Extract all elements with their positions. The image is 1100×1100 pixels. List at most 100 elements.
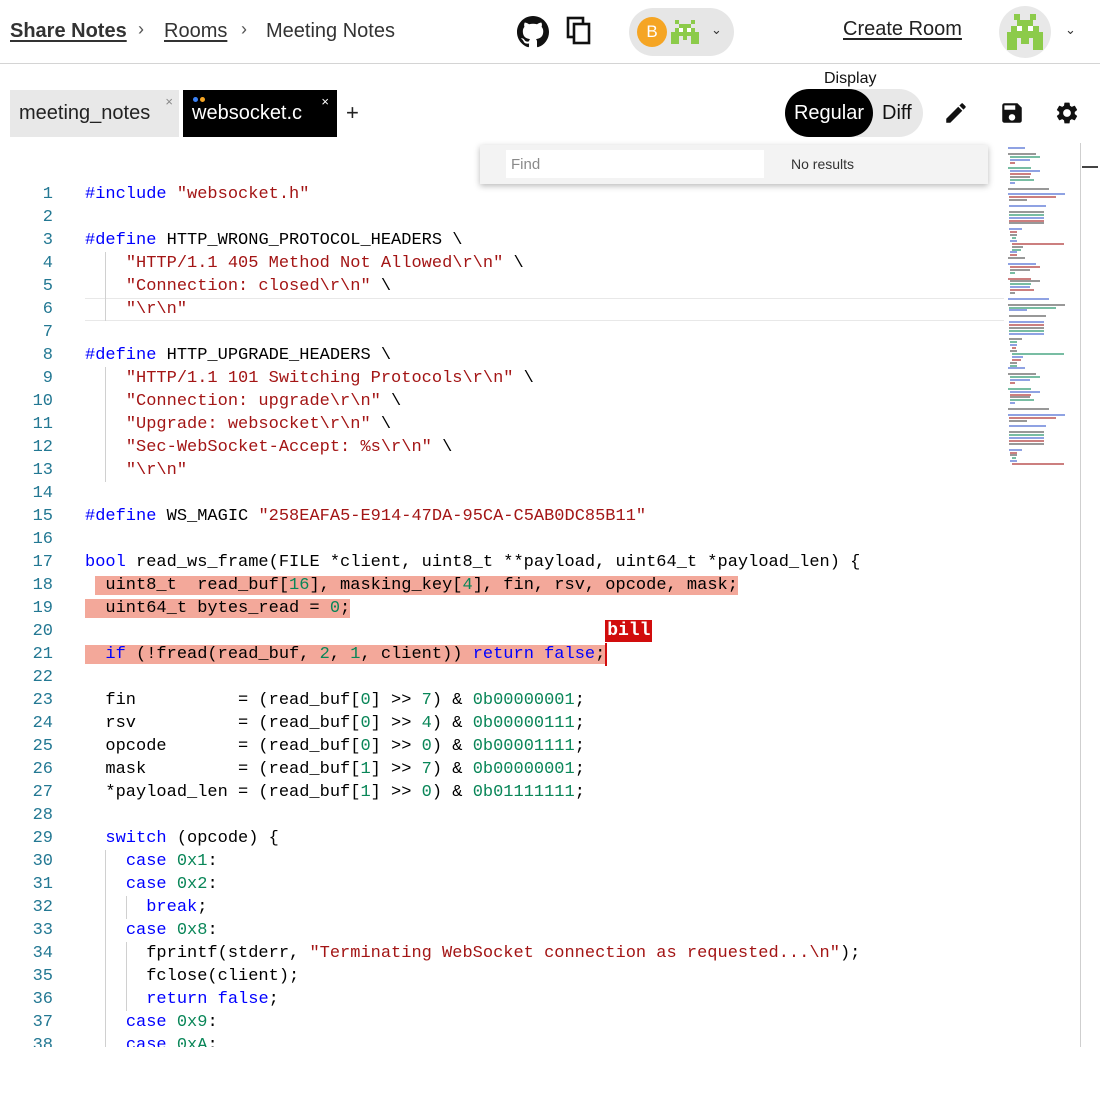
code-line[interactable]: 2 xyxy=(0,206,1010,229)
find-input[interactable] xyxy=(506,150,764,178)
line-number: 5 xyxy=(42,277,53,296)
github-icon[interactable] xyxy=(516,15,550,49)
code-line[interactable]: 30 case 0x1: xyxy=(0,850,1010,873)
breadcrumb-home-link[interactable]: Share Notes xyxy=(10,18,127,44)
code-line[interactable]: 18 uint8_t read_buf[16], masking_key[4],… xyxy=(0,574,1010,597)
minimap-line xyxy=(1010,451,1018,454)
minimap-line xyxy=(1008,408,1050,410)
code-line[interactable]: 20 xyxy=(0,620,1010,643)
code-line[interactable]: 22 xyxy=(0,666,1010,689)
code-line[interactable]: 29 switch (opcode) { xyxy=(0,827,1010,850)
overview-ruler-marker xyxy=(1082,166,1098,168)
code-line[interactable]: 31 case 0x2: xyxy=(0,873,1010,896)
minimap-line xyxy=(1010,271,1015,274)
code-line[interactable]: 3 #define HTTP_WRONG_PROTOCOL_HEADERS \ xyxy=(0,229,1010,252)
line-number: 30 xyxy=(32,852,53,871)
chevron-down-icon[interactable]: ⌄ xyxy=(1065,22,1076,38)
add-tab-button[interactable]: + xyxy=(346,100,359,126)
room-users-dropdown[interactable]: B ⌄ xyxy=(629,8,734,56)
line-number: 17 xyxy=(32,553,53,572)
code-line[interactable]: 11 "Upgrade: websocket\r\n" \ xyxy=(0,413,1010,436)
line-number: 37 xyxy=(32,1013,53,1032)
code-line[interactable]: 38 case 0xA: xyxy=(0,1034,1010,1047)
minimap-line xyxy=(1009,219,1045,222)
code-line[interactable]: 12 "Sec-WebSocket-Accept: %s\r\n" \ xyxy=(0,436,1010,459)
regular-mode-button[interactable]: Regular xyxy=(785,89,873,137)
code-text: #define HTTP_UPGRADE_HEADERS \ xyxy=(85,346,392,365)
code-line[interactable]: 7 xyxy=(0,321,1010,344)
create-room-link[interactable]: Create Room xyxy=(843,18,962,41)
code-line[interactable]: 15 #define WS_MAGIC "258EAFA5-E914-47DA-9… xyxy=(0,505,1010,528)
line-number: 21 xyxy=(32,645,53,664)
minimap-line xyxy=(1011,242,1065,245)
code-line[interactable]: 6 "\r\n" xyxy=(0,298,1010,321)
code-line[interactable]: 21 if (!fread(read_buf, 2, 1, client)) r… xyxy=(0,643,1010,666)
minimap-line xyxy=(1009,315,1046,318)
line-number: 19 xyxy=(32,599,53,618)
code-line[interactable]: 32 break; xyxy=(0,896,1010,919)
code-line[interactable]: 34 fprintf(stderr, "Terminating WebSocke… xyxy=(0,942,1010,965)
minimap-line xyxy=(1011,355,1023,358)
code-line[interactable]: 36 return false; xyxy=(0,988,1010,1011)
minimap-line xyxy=(1011,352,1065,355)
minimap-line xyxy=(1008,263,1036,265)
code-text: bool read_ws_frame(FILE *client, uint8_t… xyxy=(85,553,861,572)
diff-mode-button[interactable]: Diff xyxy=(882,89,912,137)
minimap-line xyxy=(1009,213,1045,216)
code-line[interactable]: 26 mask = (read_buf[1] >> 7) & 0b0000000… xyxy=(0,758,1010,781)
minimap-line xyxy=(1010,286,1030,289)
minimap-line xyxy=(1008,387,1031,390)
tab-websocket-c[interactable]: websocket.c × xyxy=(183,90,337,137)
close-icon[interactable]: × xyxy=(165,78,173,125)
minimap-line xyxy=(1011,248,1022,251)
code-text: #include "websocket.h" xyxy=(85,185,310,204)
minimap-line xyxy=(1008,257,1025,260)
code-text: "\r\n" xyxy=(125,461,188,480)
code-line[interactable]: 14 xyxy=(0,482,1010,505)
code-text: "Upgrade: websocket\r\n" \ xyxy=(125,415,392,434)
line-number: 12 xyxy=(32,438,53,457)
save-icon[interactable] xyxy=(996,97,1028,129)
line-number: 6 xyxy=(42,300,53,319)
code-line[interactable]: 17 bool read_ws_frame(FILE *client, uint8… xyxy=(0,551,1010,574)
code-line[interactable]: 25 opcode = (read_buf[0] >> 0) & 0b00001… xyxy=(0,735,1010,758)
breadcrumb-rooms-link[interactable]: Rooms xyxy=(164,18,227,44)
minimap-line xyxy=(1009,326,1045,329)
code-line[interactable]: 1 #include "websocket.h" xyxy=(0,183,1010,206)
user-avatar[interactable] xyxy=(999,6,1051,58)
copy-icon[interactable] xyxy=(563,14,595,48)
minimap-line xyxy=(1010,402,1015,405)
minimap-line xyxy=(1008,413,1065,416)
code-line[interactable]: 13 "\r\n" xyxy=(0,459,1010,482)
pencil-icon[interactable] xyxy=(940,97,972,129)
gear-icon[interactable] xyxy=(1051,97,1083,129)
code-line[interactable]: 35 fclose(client); xyxy=(0,965,1010,988)
code-line[interactable]: 33 case 0x8: xyxy=(0,919,1010,942)
minimap-line xyxy=(1010,381,1015,384)
code-line[interactable]: 10 "Connection: upgrade\r\n" \ xyxy=(0,390,1010,413)
code-line[interactable]: 23 fin = (read_buf[0] >> 7) & 0b00000001… xyxy=(0,689,1010,712)
code-line[interactable]: 5 "Connection: closed\r\n" \ xyxy=(0,275,1010,298)
code-editor[interactable]: 1 #include "websocket.h" 2 3 #define HTTP_WR… xyxy=(0,183,1080,1047)
code-line[interactable]: 9 "HTTP/1.1 101 Switching Protocols\r\n"… xyxy=(0,367,1010,390)
editor-scrollbar[interactable] xyxy=(1080,143,1081,1047)
code-text: uint8_t read_buf[16], masking_key[4], fi… xyxy=(95,576,738,595)
close-icon[interactable]: × xyxy=(321,78,329,125)
code-line[interactable]: 24 rsv = (read_buf[0] >> 4) & 0b00000111… xyxy=(0,712,1010,735)
code-line[interactable]: 28 xyxy=(0,804,1010,827)
code-line[interactable]: 37 case 0x9: xyxy=(0,1011,1010,1034)
code-line[interactable]: 4 "HTTP/1.1 405 Method Not Allowed\r\n" … xyxy=(0,252,1010,275)
minimap-line xyxy=(1010,234,1018,236)
tab-meeting-notes[interactable]: meeting_notes × xyxy=(10,90,179,137)
line-number: 26 xyxy=(32,760,53,779)
code-line[interactable]: 19 uint64_t bytes_read = 0; xyxy=(0,597,1010,620)
code-line[interactable]: 27 *payload_len = (read_buf[1] >> 0) & 0… xyxy=(0,781,1010,804)
line-number: 18 xyxy=(32,576,53,595)
line-number: 34 xyxy=(32,944,53,963)
code-text: #define HTTP_WRONG_PROTOCOL_HEADERS \ xyxy=(85,231,463,250)
code-line[interactable]: 16 xyxy=(0,528,1010,551)
minimap-line xyxy=(1009,309,1028,312)
tab-label: websocket.c xyxy=(192,102,303,124)
code-line[interactable]: 8 #define HTTP_UPGRADE_HEADERS \ xyxy=(0,344,1010,367)
editor-minimap[interactable] xyxy=(1004,143,1080,473)
